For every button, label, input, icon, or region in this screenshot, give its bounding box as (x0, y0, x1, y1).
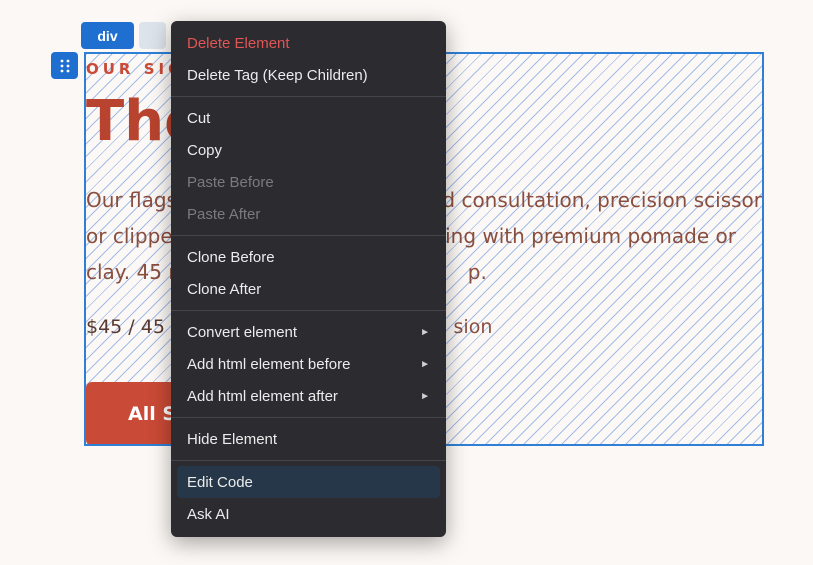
menu-item-add-after[interactable]: Add html element after ► (177, 380, 440, 412)
element-tag-badge[interactable]: div (81, 22, 134, 49)
menu-divider (171, 235, 446, 236)
submenu-arrow-icon: ► (420, 326, 430, 338)
submenu-arrow-icon: ► (420, 390, 430, 402)
menu-item-copy[interactable]: Copy (177, 134, 440, 166)
description-line1-left: Our flags (86, 188, 177, 212)
menu-item-delete-element[interactable]: Delete Element (177, 27, 440, 59)
description-line2-right: rling with premium pomade or (431, 224, 736, 248)
drag-dots-icon (60, 59, 69, 72)
price-right: sion (453, 316, 493, 338)
menu-item-paste-before[interactable]: Paste Before (177, 166, 440, 198)
menu-item-add-before[interactable]: Add html element before ► (177, 348, 440, 380)
menu-item-edit-code[interactable]: Edit Code (177, 466, 440, 498)
section-eyebrow: OUR SIG (86, 60, 185, 78)
menu-item-clone-after[interactable]: Clone After (177, 273, 440, 305)
menu-divider (171, 417, 446, 418)
description-line3-right: p. (467, 260, 487, 284)
menu-item-clone-before[interactable]: Clone Before (177, 241, 440, 273)
menu-item-delete-tag[interactable]: Delete Tag (Keep Children) (177, 59, 440, 91)
submenu-arrow-icon: ► (420, 358, 430, 370)
menu-item-cut[interactable]: Cut (177, 102, 440, 134)
menu-divider (171, 310, 446, 311)
element-toolbar-button[interactable] (139, 22, 166, 49)
description-line1-right: ed consultation, precision scissor (430, 188, 762, 212)
menu-divider (171, 460, 446, 461)
menu-item-paste-after[interactable]: Paste After (177, 198, 440, 230)
menu-item-convert-element[interactable]: Convert element ► (177, 316, 440, 348)
drag-handle-icon[interactable] (51, 52, 78, 79)
menu-item-ask-ai[interactable]: Ask AI (177, 498, 440, 530)
menu-item-hide-element[interactable]: Hide Element (177, 423, 440, 455)
description-line2-left: or clipper (86, 224, 181, 248)
menu-divider (171, 96, 446, 97)
context-menu: Delete Element Delete Tag (Keep Children… (171, 21, 446, 537)
